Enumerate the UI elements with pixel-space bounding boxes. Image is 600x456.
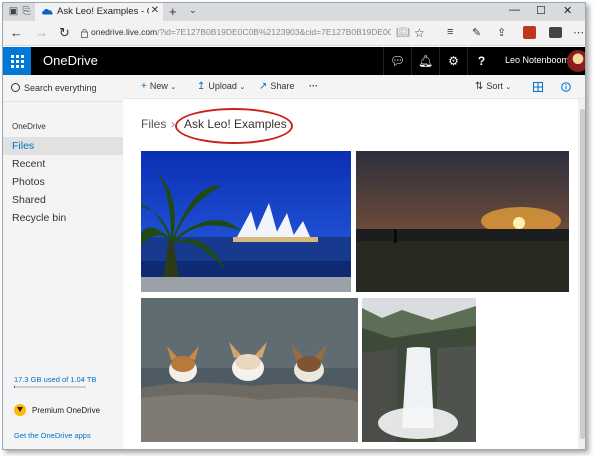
new-button-label: New [149, 81, 168, 91]
annotation-highlight-oval [175, 108, 293, 144]
nav-item-recycle-bin[interactable]: Recycle bin [3, 209, 123, 227]
sort-button[interactable]: ⇅ Sort ⌄ [475, 81, 511, 92]
premium-diamond-icon [14, 404, 26, 416]
address-input[interactable]: onedrive.live.com/?id=7E127B0B19DE0C0B%2… [91, 27, 391, 37]
new-tab-icon[interactable]: + [169, 4, 177, 19]
divider [3, 101, 123, 102]
brand-title[interactable]: OneDrive [43, 53, 98, 68]
storage-meter [14, 386, 86, 388]
breadcrumb-root[interactable]: Files [141, 117, 166, 131]
storage-meter-fill [14, 386, 16, 388]
web-note-icon[interactable]: ✎ [472, 26, 481, 39]
reading-view-icon[interactable]: 📖︎ [396, 26, 410, 39]
back-tabs-icon[interactable]: ⎘ [21, 6, 32, 17]
lock-icon [81, 28, 88, 38]
close-tab-icon[interactable]: ✕ [151, 5, 159, 16]
browser-window: ▣ ⎘ Ask Leo! Examples - On ✕ + ⌄ — ☐ ✕ ←… [2, 2, 586, 450]
storage-usage[interactable]: 17.3 GB used of 1.04 TB [14, 375, 96, 384]
nav-section-label: OneDrive [12, 122, 46, 131]
hub-icon[interactable]: ≡ [447, 26, 453, 38]
nav-item-photos[interactable]: Photos [3, 173, 123, 191]
more-options-icon[interactable]: ⋯ [573, 26, 584, 39]
search-icon [11, 83, 20, 92]
tab-manager-icon[interactable]: ▣ [8, 6, 19, 17]
upload-button[interactable]: ↥ Upload ⌄ [197, 81, 245, 92]
tab-title: Ask Leo! Examples - On [57, 6, 149, 17]
forward-arrow-icon[interactable]: → [35, 25, 48, 40]
command-bar: + New ⌄ ↥ Upload ⌄ ↗ Share ··· ⇅ Sort ⌄ [123, 75, 585, 99]
share-button[interactable]: ↗ Share [259, 81, 294, 92]
premium-link[interactable]: Premium OneDrive [14, 404, 100, 416]
nav-item-recent[interactable]: Recent [3, 155, 123, 173]
upload-button-label: Upload [208, 81, 237, 91]
search-placeholder: Search everything [24, 83, 97, 93]
close-window-icon[interactable]: ✕ [563, 4, 572, 17]
view-tiles-icon[interactable] [533, 82, 543, 92]
back-arrow-icon[interactable]: ← [10, 25, 23, 40]
get-apps-link[interactable]: Get the OneDrive apps [14, 431, 91, 440]
photo-tile-sunset-beach[interactable] [356, 151, 569, 292]
info-icon[interactable] [561, 82, 571, 92]
ublock-extension-icon[interactable] [523, 26, 536, 39]
scrollbar-thumb[interactable] [580, 109, 585, 439]
photo-tile-sydney-opera-house[interactable] [141, 151, 351, 292]
app-launcher-icon[interactable] [3, 47, 31, 75]
share-arrow-icon: ↗ [259, 81, 268, 92]
active-tab[interactable]: Ask Leo! Examples - On ✕ [35, 3, 163, 21]
tab-list-chevron-icon[interactable]: ⌄ [189, 5, 197, 16]
url-domain: onedrive.live.com [91, 27, 158, 37]
tab-strip: ▣ ⎘ Ask Leo! Examples - On ✕ + ⌄ — ☐ ✕ [3, 3, 585, 21]
upload-arrow-icon: ↥ [197, 81, 206, 92]
more-commands-button[interactable]: ··· [309, 81, 318, 91]
onedrive-header: OneDrive 💬︎ 🔔︎ ⚙ ? Leo Notenboom [3, 47, 585, 75]
account-name[interactable]: Leo Notenboom [505, 55, 569, 65]
chevron-down-icon: ⌄ [170, 84, 177, 91]
content-scrollbar[interactable] [578, 99, 585, 449]
plus-icon: + [141, 81, 147, 92]
sort-button-label: Sort [486, 81, 503, 91]
favorite-star-icon[interactable]: ☆ [414, 26, 425, 40]
avatar[interactable] [567, 50, 585, 72]
left-nav: Search everything OneDrive Files Recent … [3, 75, 123, 449]
chevron-down-icon: ⌄ [505, 84, 512, 91]
share-button-label: Share [270, 81, 295, 91]
photo-tile-waterfall[interactable] [362, 298, 476, 442]
settings-gear-icon[interactable]: ⚙ [439, 47, 467, 75]
feedback-icon[interactable]: 💬︎ [383, 47, 411, 75]
onedrive-cloud-icon [42, 9, 53, 15]
help-icon[interactable]: ? [467, 47, 495, 75]
chevron-down-icon: ⌄ [239, 84, 246, 91]
search-input[interactable]: Search everything [11, 83, 97, 93]
sort-arrows-icon: ⇅ [475, 81, 484, 92]
lastpass-extension-icon[interactable] [549, 27, 562, 38]
url-path: /?id=7E127B0B19DE0C0B%2123903&cid=7E127B… [157, 27, 391, 37]
premium-label: Premium OneDrive [32, 406, 101, 415]
maximize-icon[interactable]: ☐ [536, 4, 546, 17]
share-page-icon[interactable]: ⇪ [497, 26, 506, 39]
nav-item-shared[interactable]: Shared [3, 191, 123, 209]
minimize-icon[interactable]: — [509, 4, 520, 16]
refresh-icon[interactable]: ↻ [59, 25, 70, 41]
notifications-bell-icon[interactable]: 🔔︎ [411, 47, 439, 75]
photo-tile-corgis[interactable] [141, 298, 358, 442]
new-button[interactable]: + New ⌄ [141, 81, 176, 92]
nav-item-files[interactable]: Files [3, 137, 123, 155]
navigation-bar: ← → ↻ onedrive.live.com/?id=7E127B0B19DE… [3, 21, 585, 46]
